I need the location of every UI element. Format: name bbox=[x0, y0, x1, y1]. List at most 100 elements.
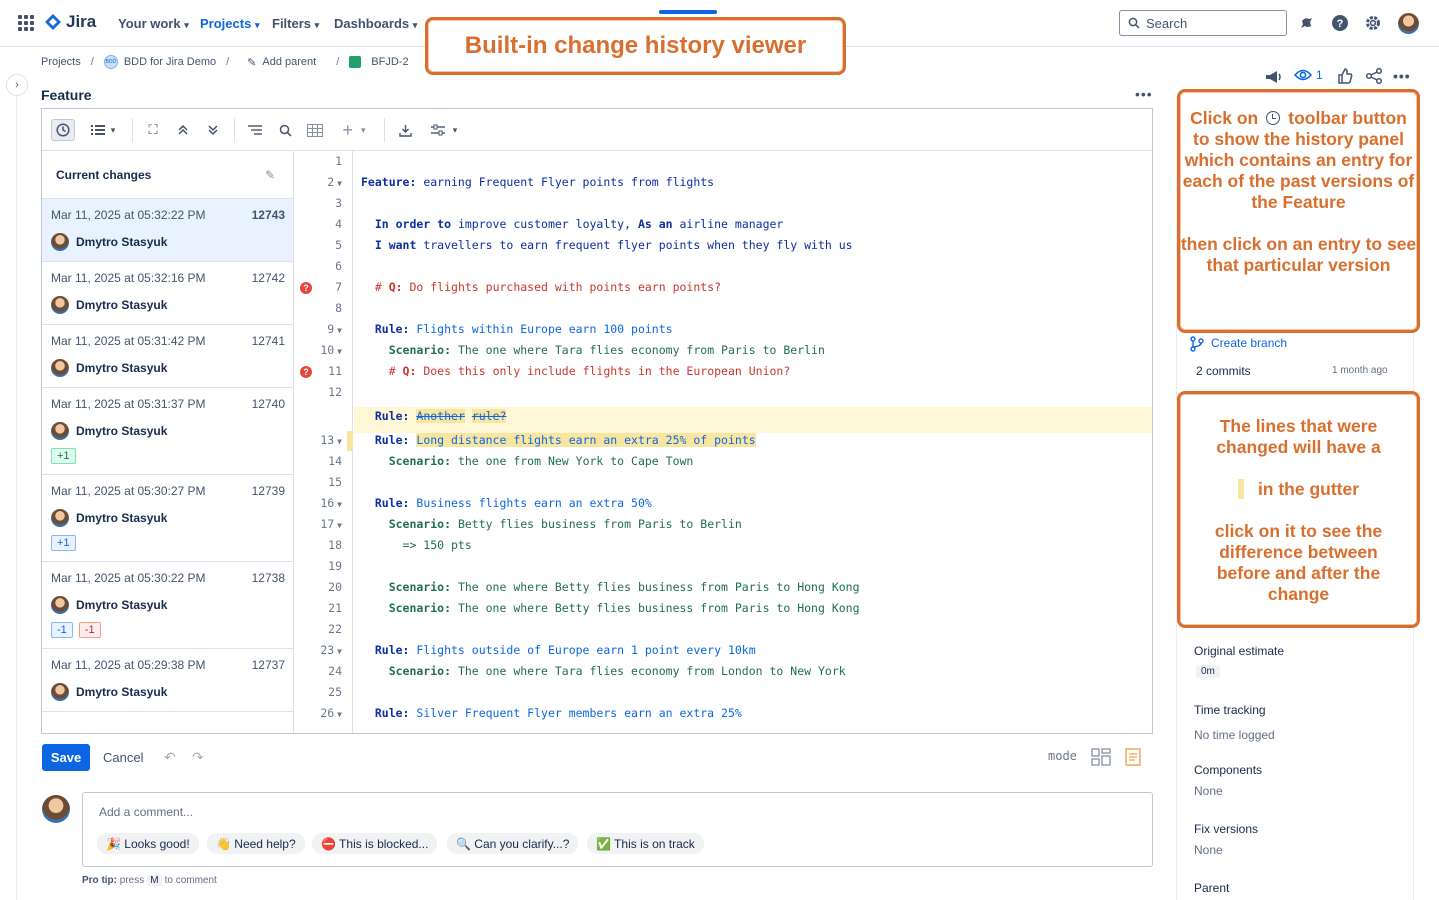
line-number: 1 bbox=[335, 154, 342, 168]
original-estimate-value[interactable]: 0m bbox=[1196, 665, 1220, 678]
brand-name: Jira bbox=[66, 12, 97, 31]
line-number: 16 ▼ bbox=[320, 496, 342, 510]
more-actions-icon[interactable]: ••• bbox=[1393, 68, 1411, 84]
breadcrumb-projects[interactable]: Projects bbox=[41, 56, 81, 68]
like-thumbs-up-icon[interactable] bbox=[1337, 68, 1353, 87]
code-line: Feature: earning Frequent Flyer points f… bbox=[361, 175, 715, 189]
time-tracking-value[interactable]: No time logged bbox=[1194, 728, 1275, 742]
line-number: 5 bbox=[335, 238, 342, 252]
settings-gear-icon[interactable] bbox=[1363, 13, 1383, 33]
line-number: 25 bbox=[328, 685, 342, 699]
history-entry[interactable]: Mar 11, 2025 at 05:32:16 PM 12742 Dmytro S… bbox=[42, 262, 293, 325]
author-avatar bbox=[51, 509, 69, 527]
quick-reply-looks-good[interactable]: 🎉 Looks good! bbox=[97, 833, 199, 854]
add-parent-link[interactable]: Add parent bbox=[262, 56, 316, 68]
announcement-icon[interactable] bbox=[1264, 68, 1284, 89]
search-input[interactable]: Search bbox=[1119, 10, 1287, 36]
list-icon bbox=[90, 125, 105, 135]
format-icon[interactable] bbox=[245, 119, 265, 141]
history-panel-header: Current changes ✎ bbox=[42, 151, 293, 199]
field-more-icon[interactable]: ••• bbox=[1135, 86, 1153, 102]
history-entry[interactable]: Mar 11, 2025 at 05:31:37 PM 12740 Dmytro S… bbox=[42, 388, 293, 475]
code-line: Scenario: The one where Betty flies busi… bbox=[361, 601, 860, 615]
comment-input[interactable]: Add a comment... 🎉 Looks good! 👋 Need he… bbox=[82, 792, 1153, 867]
table-icon[interactable] bbox=[305, 119, 325, 141]
download-icon[interactable] bbox=[395, 119, 415, 141]
app-switcher-icon[interactable] bbox=[18, 15, 34, 31]
search-icon[interactable] bbox=[275, 119, 295, 141]
code-line: Rule: Flights outside of Europe earn 1 p… bbox=[361, 643, 756, 657]
history-toolbar-button[interactable] bbox=[51, 119, 75, 141]
pencil-icon: ✎ bbox=[247, 56, 257, 69]
code-line: Scenario: The one where Tara flies econo… bbox=[361, 343, 825, 357]
breadcrumb-project[interactable]: BDD for Jira Demo bbox=[124, 56, 216, 68]
create-branch-link[interactable]: Create branch bbox=[1211, 336, 1287, 350]
insert-add-icon[interactable]: + ▾ bbox=[336, 119, 372, 141]
code-line: # Q: Do flights purchased with points ea… bbox=[361, 280, 722, 294]
undo-icon[interactable]: ↶ bbox=[164, 749, 176, 766]
eye-icon bbox=[1294, 69, 1312, 81]
history-entry-date: Mar 11, 2025 at 05:29:38 PM bbox=[51, 658, 206, 672]
nav-filters[interactable]: Filters ▾ bbox=[272, 16, 319, 31]
fold-chevron-icon: ▼ bbox=[337, 347, 342, 356]
author-name: Dmytro Stasyuk bbox=[76, 424, 168, 438]
question-marker-icon[interactable]: ? bbox=[300, 366, 312, 378]
share-icon[interactable] bbox=[1365, 67, 1383, 87]
help-icon[interactable]: ? bbox=[1330, 13, 1350, 33]
history-entry[interactable]: Mar 11, 2025 at 05:32:22 PM 12743 Dmytro S… bbox=[42, 199, 293, 262]
code-area[interactable]: Feature: earning Frequent Flyer points f… bbox=[354, 151, 1152, 733]
settings-sliders-icon[interactable]: ▾ bbox=[426, 119, 462, 141]
outline-menu-button[interactable]: ▾ bbox=[86, 119, 120, 141]
quick-reply-blocked[interactable]: ⛔ This is blocked... bbox=[312, 833, 438, 854]
edit-pencil-icon[interactable]: ✎ bbox=[265, 168, 275, 182]
line-number-gutter: 1 2 ▼ 3 4 5 6 7? 8 9 ▼ 10 ▼ 11? 12 13 ▼ 14 15 16 ▼ 17 ▼ 18 19 20 2… bbox=[295, 151, 353, 733]
grid-mode-icon[interactable] bbox=[1091, 748, 1111, 766]
line-number: 18 bbox=[328, 538, 342, 552]
jira-logo[interactable]: Jira bbox=[44, 12, 96, 32]
commits-link[interactable]: 2 commits bbox=[1196, 364, 1251, 378]
expand-sidebar-button[interactable]: › bbox=[6, 74, 28, 96]
search-icon bbox=[1128, 17, 1140, 29]
fix-versions-value[interactable]: None bbox=[1194, 843, 1223, 857]
question-marker-icon[interactable]: ? bbox=[300, 282, 312, 294]
watchers-button[interactable]: 1 bbox=[1294, 68, 1323, 82]
cancel-button[interactable]: Cancel bbox=[103, 750, 143, 765]
breadcrumb: Projects / BDD BDD for Jira Demo / ✎ Add p… bbox=[41, 55, 409, 69]
code-line: # Q: Does this only include flights in t… bbox=[361, 364, 791, 378]
code-line: In order to improve customer loyalty, As… bbox=[361, 217, 784, 231]
redo-icon[interactable]: ↷ bbox=[192, 749, 204, 766]
callout-history-instructions: Click on toolbar button to show the histo… bbox=[1177, 89, 1420, 333]
author-name: Dmytro Stasyuk bbox=[76, 511, 168, 525]
breadcrumb-issue-key[interactable]: BFJD-2 bbox=[371, 56, 408, 68]
project-bdd-icon: BDD bbox=[103, 55, 118, 69]
line-number: 14 bbox=[328, 454, 342, 468]
line-number: 15 bbox=[328, 475, 342, 489]
fullscreen-icon[interactable]: ⛶ bbox=[143, 119, 163, 141]
nav-your-work[interactable]: Your work ▾ bbox=[118, 16, 189, 31]
components-value[interactable]: None bbox=[1194, 784, 1223, 798]
quick-reply-need-help[interactable]: 👋 Need help? bbox=[207, 833, 305, 854]
history-entry-date: Mar 11, 2025 at 05:31:37 PM bbox=[51, 397, 206, 411]
nav-dashboards[interactable]: Dashboards ▾ bbox=[334, 16, 417, 31]
author-avatar bbox=[51, 359, 69, 377]
author-name: Dmytro Stasyuk bbox=[76, 685, 168, 699]
jira-logo-icon bbox=[45, 14, 61, 30]
history-entry[interactable]: Mar 11, 2025 at 05:30:27 PM 12739 Dmytro S… bbox=[42, 475, 293, 562]
collapse-all-icon[interactable] bbox=[173, 119, 193, 141]
user-avatar[interactable] bbox=[1398, 13, 1419, 34]
notifications-icon[interactable] bbox=[1296, 13, 1316, 33]
quick-reply-on-track[interactable]: ✅ This is on track bbox=[587, 833, 704, 854]
save-button[interactable]: Save bbox=[42, 744, 90, 771]
quick-reply-clarify[interactable]: 🔍 Can you clarify...? bbox=[447, 833, 579, 854]
history-entry[interactable]: Mar 11, 2025 at 05:31:42 PM 12741 Dmytro S… bbox=[42, 325, 293, 388]
change-count-badge: -1 bbox=[78, 622, 101, 638]
change-gutter-marker[interactable] bbox=[347, 431, 353, 451]
nav-projects[interactable]: Projects ▾ bbox=[200, 16, 259, 31]
history-entry[interactable]: Mar 11, 2025 at 05:30:22 PM 12738 Dmytro S… bbox=[42, 562, 293, 649]
history-entry[interactable]: Mar 11, 2025 at 05:29:38 PM 12737 Dmytro S… bbox=[42, 649, 293, 712]
line-number: 6 bbox=[335, 259, 342, 273]
create-button-edge[interactable] bbox=[659, 10, 717, 14]
original-estimate-label: Original estimate bbox=[1194, 644, 1285, 658]
expand-all-icon[interactable] bbox=[203, 119, 223, 141]
document-mode-icon[interactable] bbox=[1125, 748, 1145, 766]
